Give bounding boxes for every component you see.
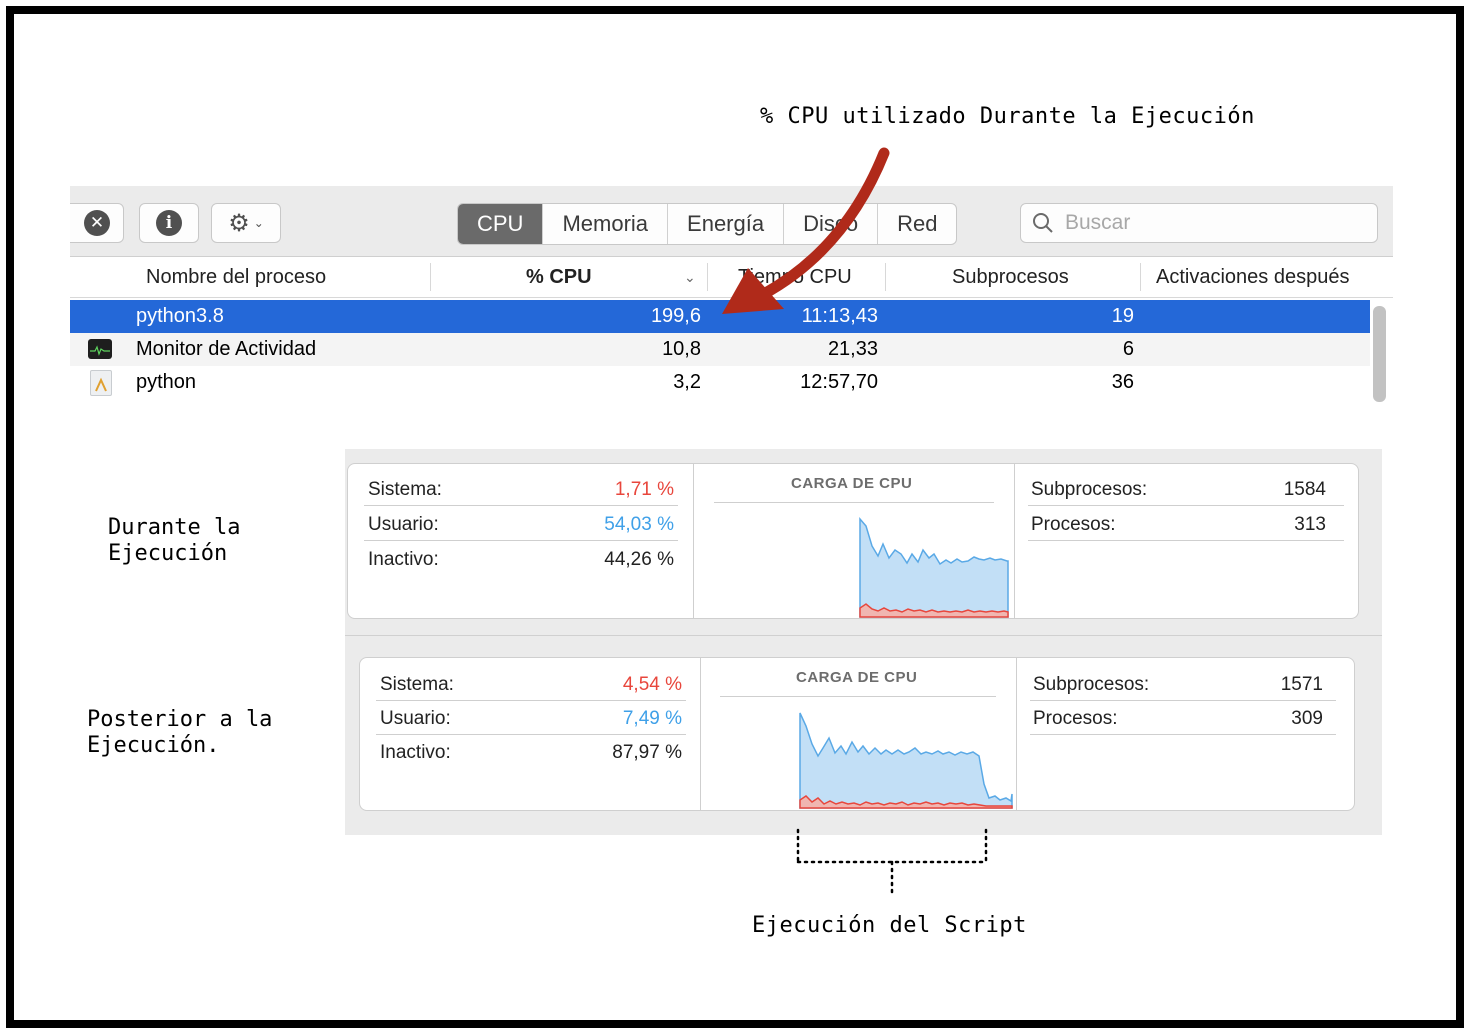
inspect-button[interactable]: i [139, 203, 199, 243]
subprocesos-value: 1571 [1280, 674, 1323, 695]
cpu-summary-card-during: Sistema: 1,71 % Usuario: 54,03 % Inactiv… [347, 463, 1359, 619]
process-cpu-time: 11:13,43 [801, 305, 878, 327]
table-header: Nombre del proceso % CPU ⌄ Tiempo CPU Su… [70, 257, 1393, 298]
row-divider [364, 540, 678, 541]
row-divider [1028, 505, 1344, 506]
procesos-value: 313 [1294, 514, 1326, 535]
tab-bar: CPU Memoria Energía Disco Red [457, 203, 958, 245]
tab-energia[interactable]: Energía [667, 204, 783, 244]
python-app-icon [90, 370, 112, 396]
subprocesos-label: Subprocesos: [1031, 479, 1148, 500]
table-row[interactable]: Monitor de Actividad 10,8 21,33 6 [70, 333, 1370, 366]
row-divider [376, 734, 686, 735]
column-header-cpu[interactable]: % CPU [526, 257, 592, 297]
sistema-value: 4,54 % [622, 674, 682, 695]
usuario-value: 54,03 % [604, 514, 674, 535]
process-cpu: 10,8 [662, 338, 701, 360]
subprocesos-label: Subprocesos: [1033, 674, 1150, 695]
tab-cpu[interactable]: CPU [458, 204, 543, 244]
card-divider [1014, 464, 1015, 618]
table-row[interactable]: python 3,2 12:57,70 36 [70, 366, 1370, 399]
column-divider [707, 263, 708, 291]
subprocesos-value: 1584 [1283, 479, 1326, 500]
inactivo-value: 44,26 % [604, 549, 674, 570]
process-name: python3.8 [136, 305, 224, 327]
scrollbar[interactable] [1373, 306, 1386, 402]
process-cpu-time: 12:57,70 [800, 371, 878, 393]
usuario-label: Usuario: [368, 514, 439, 535]
cpu-summary-card-after: Sistema: 4,54 % Usuario: 7,49 % Inactivo… [359, 657, 1355, 811]
tab-red[interactable]: Red [877, 204, 956, 244]
column-divider [430, 263, 431, 291]
procesos-label: Procesos: [1031, 514, 1116, 535]
cpu-load-chart [859, 516, 1009, 618]
annotation-during: Durante la Ejecución [108, 515, 241, 566]
column-divider [1140, 263, 1141, 291]
search-input[interactable]: Buscar [1020, 203, 1378, 243]
toolbar: ✕ i ⚙ ⌄ CPU Memoria Energía Disco Red Bu… [70, 186, 1393, 257]
annotation-bottom: Ejecución del Script [752, 913, 1027, 938]
process-cpu: 199,6 [650, 305, 701, 327]
sort-chevron-icon: ⌄ [684, 269, 696, 285]
sistema-label: Sistema: [380, 674, 454, 695]
search-placeholder: Buscar [1065, 211, 1131, 234]
sistema-label: Sistema: [368, 479, 442, 500]
row-divider [364, 505, 678, 506]
inactivo-value: 87,97 % [612, 742, 682, 763]
row-divider [1030, 700, 1336, 701]
annotation-after: Posterior a la Ejecución. [87, 707, 273, 758]
column-header-name[interactable]: Nombre del proceso [146, 257, 326, 297]
column-header-threads[interactable]: Subprocesos [952, 257, 1069, 297]
process-threads: 19 [1111, 305, 1134, 327]
info-icon: i [156, 210, 182, 236]
activity-monitor-app-icon [88, 339, 112, 359]
column-divider [885, 263, 886, 291]
process-threads: 36 [1111, 371, 1134, 393]
search-icon [1033, 213, 1053, 233]
process-cpu: 3,2 [673, 371, 701, 393]
usuario-value: 7,49 % [622, 708, 682, 729]
gear-icon: ⚙ [228, 209, 250, 237]
tab-disco[interactable]: Disco [783, 204, 877, 244]
process-name: Monitor de Actividad [136, 338, 317, 360]
column-header-wakeups[interactable]: Activaciones después [1156, 257, 1349, 297]
inactivo-label: Inactivo: [368, 549, 439, 570]
panel-divider [345, 635, 1382, 636]
table-row[interactable]: python3.8 199,6 11:13,43 19 [70, 300, 1370, 333]
inactivo-label: Inactivo: [380, 742, 451, 763]
process-threads: 6 [1122, 338, 1134, 360]
process-cpu-time: 21,33 [827, 338, 878, 360]
cpu-load-chart [799, 712, 1013, 809]
close-icon: ✕ [84, 210, 110, 236]
column-header-time[interactable]: Tiempo CPU [738, 257, 852, 297]
actions-menu-button[interactable]: ⚙ ⌄ [211, 203, 281, 243]
procesos-label: Procesos: [1033, 708, 1118, 729]
chevron-down-icon: ⌄ [253, 216, 264, 230]
row-divider [1030, 734, 1336, 735]
usuario-label: Usuario: [380, 708, 451, 729]
annotation-top: % CPU utilizado Durante la Ejecución [760, 104, 1255, 129]
row-divider [376, 700, 686, 701]
sistema-value: 1,71 % [614, 479, 674, 500]
row-divider [1028, 540, 1344, 541]
activity-monitor-window: ✕ i ⚙ ⌄ CPU Memoria Energía Disco Red Bu… [70, 186, 1393, 402]
tab-memoria[interactable]: Memoria [542, 204, 667, 244]
procesos-value: 309 [1291, 708, 1323, 729]
process-name: python [136, 371, 197, 393]
stop-process-button[interactable]: ✕ [70, 203, 124, 243]
